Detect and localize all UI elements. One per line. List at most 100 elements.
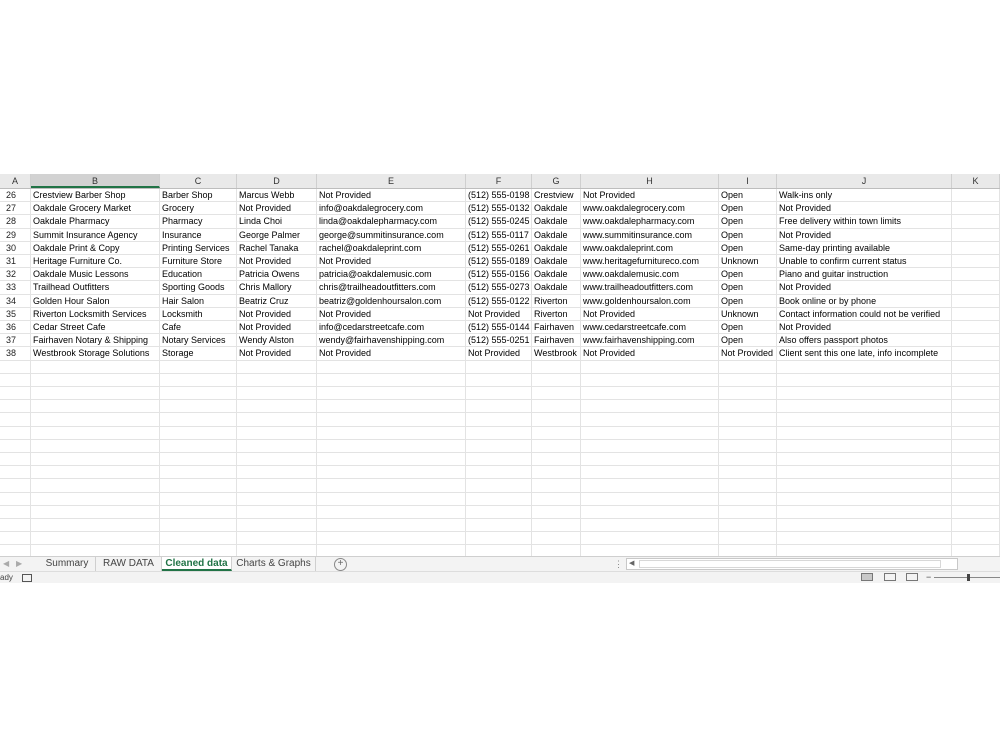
cell-f[interactable]: (512) 555-0273 bbox=[466, 281, 532, 295]
cell-j[interactable]: Not Provided bbox=[777, 321, 952, 335]
cell-e[interactable] bbox=[317, 466, 466, 480]
row-number[interactable] bbox=[0, 373, 31, 387]
cell-k[interactable] bbox=[952, 307, 1000, 321]
cell-k[interactable] bbox=[952, 321, 1000, 335]
scrollbar-thumb[interactable] bbox=[639, 560, 941, 568]
cell-k[interactable] bbox=[952, 281, 1000, 295]
cell-h[interactable] bbox=[581, 426, 719, 440]
row-number[interactable] bbox=[0, 453, 31, 467]
cell-c[interactable]: Sporting Goods bbox=[160, 281, 237, 295]
row-number[interactable]: 34 bbox=[0, 294, 31, 308]
normal-view-icon[interactable] bbox=[861, 573, 873, 581]
scroll-left-icon[interactable]: ◀ bbox=[629, 559, 634, 569]
cell-f[interactable] bbox=[466, 545, 532, 556]
cell-b[interactable] bbox=[31, 400, 160, 414]
cell-d[interactable] bbox=[237, 519, 317, 533]
cell-b[interactable] bbox=[31, 413, 160, 427]
cell-b[interactable] bbox=[31, 492, 160, 506]
cell-h[interactable] bbox=[581, 387, 719, 401]
cell-b[interactable] bbox=[31, 545, 160, 556]
cell-b[interactable] bbox=[31, 426, 160, 440]
cell-b[interactable]: Trailhead Outfitters bbox=[31, 281, 160, 295]
cell-h[interactable]: www.oakdalemusic.com bbox=[581, 268, 719, 282]
tab-next-icon[interactable]: ▶ bbox=[16, 557, 22, 571]
horizontal-scrollbar[interactable]: ◀ bbox=[626, 558, 958, 570]
cell-g[interactable] bbox=[532, 387, 581, 401]
cell-c[interactable]: Grocery bbox=[160, 202, 237, 216]
column-header-g[interactable]: G bbox=[532, 174, 581, 188]
cell-e[interactable]: george@summitinsurance.com bbox=[317, 228, 466, 242]
cell-e[interactable] bbox=[317, 519, 466, 533]
cell-k[interactable] bbox=[952, 426, 1000, 440]
row-number[interactable]: 37 bbox=[0, 334, 31, 348]
cell-k[interactable] bbox=[952, 255, 1000, 269]
cell-f[interactable]: (512) 555-0198 bbox=[466, 189, 532, 203]
cell-g[interactable] bbox=[532, 532, 581, 546]
column-header-c[interactable]: C bbox=[160, 174, 237, 188]
cell-e[interactable]: linda@oakdalepharmacy.com bbox=[317, 215, 466, 229]
cell-g[interactable] bbox=[532, 519, 581, 533]
cell-d[interactable] bbox=[237, 373, 317, 387]
cell-f[interactable] bbox=[466, 519, 532, 533]
cell-c[interactable]: Furniture Store bbox=[160, 255, 237, 269]
cell-j[interactable]: Book online or by phone bbox=[777, 294, 952, 308]
cell-h[interactable] bbox=[581, 479, 719, 493]
cell-k[interactable] bbox=[952, 228, 1000, 242]
cell-g[interactable] bbox=[532, 373, 581, 387]
row-number[interactable]: 33 bbox=[0, 281, 31, 295]
cell-c[interactable]: Notary Services bbox=[160, 334, 237, 348]
row-number[interactable]: 36 bbox=[0, 321, 31, 335]
cell-i[interactable] bbox=[719, 466, 777, 480]
cell-i[interactable]: Open bbox=[719, 334, 777, 348]
row-number[interactable] bbox=[0, 505, 31, 519]
cell-b[interactable]: Oakdale Music Lessons bbox=[31, 268, 160, 282]
cell-f[interactable] bbox=[466, 453, 532, 467]
cell-j[interactable] bbox=[777, 466, 952, 480]
cell-k[interactable] bbox=[952, 532, 1000, 546]
cell-g[interactable] bbox=[532, 479, 581, 493]
column-header-i[interactable]: I bbox=[719, 174, 777, 188]
cell-h[interactable]: www.fairhavenshipping.com bbox=[581, 334, 719, 348]
cell-e[interactable] bbox=[317, 505, 466, 519]
cell-j[interactable] bbox=[777, 492, 952, 506]
cell-k[interactable] bbox=[952, 492, 1000, 506]
cell-g[interactable]: Oakdale bbox=[532, 241, 581, 255]
cell-d[interactable]: Marcus Webb bbox=[237, 189, 317, 203]
cell-h[interactable]: www.summitinsurance.com bbox=[581, 228, 719, 242]
cell-j[interactable] bbox=[777, 400, 952, 414]
cell-d[interactable] bbox=[237, 532, 317, 546]
cell-e[interactable] bbox=[317, 479, 466, 493]
cell-i[interactable] bbox=[719, 439, 777, 453]
cell-e[interactable] bbox=[317, 545, 466, 556]
cell-e[interactable] bbox=[317, 373, 466, 387]
cell-f[interactable]: (512) 555-0117 bbox=[466, 228, 532, 242]
cell-f[interactable] bbox=[466, 373, 532, 387]
cell-b[interactable]: Cedar Street Cafe bbox=[31, 321, 160, 335]
cell-d[interactable] bbox=[237, 466, 317, 480]
macro-record-icon[interactable] bbox=[22, 574, 32, 582]
cell-e[interactable]: chris@trailheadoutfitters.com bbox=[317, 281, 466, 295]
cell-h[interactable] bbox=[581, 373, 719, 387]
cell-h[interactable] bbox=[581, 400, 719, 414]
zoom-slider-thumb[interactable] bbox=[967, 574, 970, 581]
cell-j[interactable] bbox=[777, 519, 952, 533]
cell-k[interactable] bbox=[952, 519, 1000, 533]
cell-c[interactable] bbox=[160, 426, 237, 440]
cell-j[interactable] bbox=[777, 413, 952, 427]
cell-e[interactable] bbox=[317, 439, 466, 453]
page-layout-view-icon[interactable] bbox=[884, 573, 896, 581]
cell-e[interactable]: patricia@oakdalemusic.com bbox=[317, 268, 466, 282]
cell-k[interactable] bbox=[952, 545, 1000, 556]
cell-b[interactable] bbox=[31, 439, 160, 453]
cell-d[interactable] bbox=[237, 492, 317, 506]
cell-b[interactable] bbox=[31, 360, 160, 374]
tab-prev-icon[interactable]: ◀ bbox=[3, 557, 9, 571]
cell-k[interactable] bbox=[952, 360, 1000, 374]
cell-e[interactable] bbox=[317, 387, 466, 401]
cell-d[interactable] bbox=[237, 387, 317, 401]
cell-j[interactable]: Free delivery within town limits bbox=[777, 215, 952, 229]
sheet-tab-raw-data[interactable]: RAW DATA bbox=[96, 557, 162, 571]
cell-e[interactable] bbox=[317, 492, 466, 506]
sheet-tab-summary[interactable]: Summary bbox=[39, 557, 96, 571]
cell-c[interactable]: Storage bbox=[160, 347, 237, 361]
